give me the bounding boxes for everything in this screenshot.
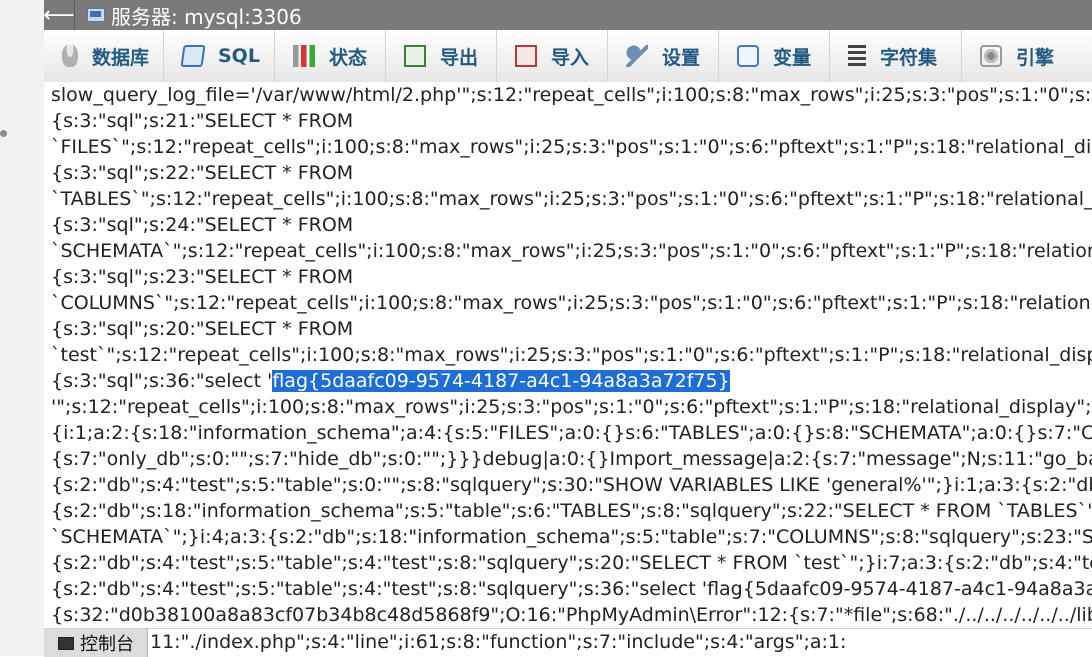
database-icon [62,45,78,67]
text-line: {s:3:"sql";s:20:"SELECT * FROM [51,318,354,340]
variables-icon [737,45,759,67]
console-bar: 控制台 11:"./index.php";s:4:"line";i:61;s:8… [44,628,1092,657]
tab-label: 导入 [551,46,590,69]
text-line: {s:2:"db";s:4:"test";s:5:"table";s:4:"te… [51,578,1092,600]
text-line: {s:7:"only_db";s:0:"";s:7:"hide_db";s:0:… [51,448,1092,470]
console-label: 控制台 [80,634,134,655]
console-icon [58,636,74,650]
text-line: {s:3:"sql";s:23:"SELECT * FROM [51,266,354,288]
gutter-handle-icon [0,130,7,137]
settings-icon [626,45,648,67]
text-line: `TABLES`";s:12:"repeat_cells";i:100;s:8:… [51,188,1092,210]
title-bar: ⟵ 服务器: mysql:3306 [43,0,1092,30]
text-line: {s:2:"db";s:18:"information_schema";s:5:… [51,500,1092,522]
tab-sql[interactable]: SQL [164,30,275,82]
tab-label: 状态 [329,46,368,69]
tab-label: 导出 [440,46,479,69]
tab-label: 设置 [662,46,701,69]
text-line: {s:3:"sql";s:24:"SELECT * FROM [51,214,354,236]
tab-settings[interactable]: 设置 [608,30,719,82]
server-icon [87,8,105,22]
status-icon [293,45,315,67]
tab-label: 引擎 [1016,46,1055,69]
flag-line: {s:3:"sql";s:36:"select 'flag{5daafc09-9… [51,368,730,394]
flag-line-prefix: {s:3:"sql";s:36:"select ' [51,370,273,392]
back-arrow-icon[interactable]: ⟵ [43,0,75,30]
import-icon [515,45,537,67]
text-line: {s:2:"db";s:4:"test";s:5:"table";s:4:"te… [51,552,1092,574]
tab-label: 变量 [773,46,812,69]
text-line: {s:2:"db";s:4:"test";s:5:"table";s:0:"";… [51,474,1092,496]
window-title: 服务器: mysql:3306 [111,4,302,29]
text-line: {s:3:"sql";s:22:"SELECT * FROM [51,162,354,184]
text-line: `SCHEMATA`";}i:4;a:3:{s:2:"db";s:18:"inf… [51,526,1092,548]
top-nav-tabs: 数据库 SQL 状态 导出 导入 设置 变量 字符集 引擎 [44,30,1092,83]
text-line: '";s:12:"repeat_cells";i:100;s:8:"max_ro… [51,396,1092,418]
text-line: 11:"./index.php";s:4:"line";i:61;s:8:"fu… [150,631,847,653]
export-icon [404,45,426,67]
text-line: `SCHEMATA`";s:12:"repeat_cells";i:100;s:… [51,240,1092,262]
text-line: {i:1;a:2:{s:18:"information_schema";a:4:… [51,422,1092,444]
tab-label: 数据库 [92,46,150,69]
text-line: `FILES`";s:12:"repeat_cells";i:100;s:8:"… [51,136,1092,158]
tab-label: SQL [218,45,260,67]
tab-import[interactable]: 导入 [497,30,608,82]
text-line: {s:3:"sql";s:21:"SELECT * FROM [51,110,354,132]
session-dump-text: slow_query_log_file='/var/www/html/2.php… [44,82,1092,628]
left-gutter [0,0,45,656]
console-toggle-button[interactable]: 控制台 [44,629,148,657]
tab-status[interactable]: 状态 [275,30,386,82]
tab-variables[interactable]: 变量 [719,30,830,82]
engine-icon [980,45,1002,67]
text-line: `test`";s:12:"repeat_cells";i:100;s:8:"m… [51,344,1092,366]
text-line: slow_query_log_file='/var/www/html/2.php… [51,84,1092,106]
text-line: {s:32:"d0b38100a8a83cf07b34b8c48d5868f9"… [51,604,1092,626]
tab-label: 字符集 [880,46,938,69]
tab-charsets[interactable]: 字符集 [830,30,962,82]
sql-icon [180,45,206,67]
charset-icon [848,45,866,67]
text-line: `COLUMNS`";s:12:"repeat_cells";i:100;s:8… [51,292,1092,314]
tab-databases[interactable]: 数据库 [44,30,164,82]
tab-export[interactable]: 导出 [386,30,497,82]
tab-engines[interactable]: 引擎 [962,30,1092,82]
flag-selection[interactable]: flag{5daafc09-9574-4187-a4c1-94a8a3a72f7… [272,370,730,392]
